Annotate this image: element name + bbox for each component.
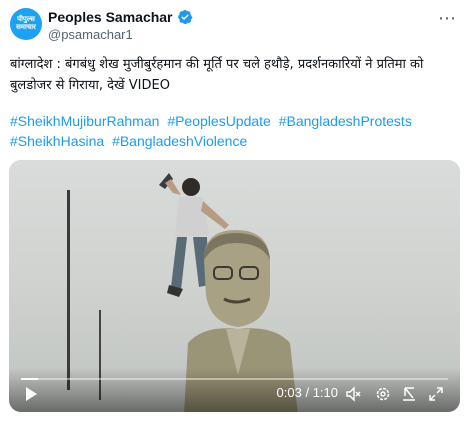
duration: 1:10 bbox=[312, 385, 338, 400]
volume-icon[interactable] bbox=[346, 386, 362, 402]
hashtag-link[interactable]: #SheikhMujiburRahman bbox=[10, 113, 159, 129]
more-options-icon[interactable]: ⋯ bbox=[438, 8, 457, 29]
progress-bar[interactable] bbox=[21, 378, 448, 380]
progress-fill bbox=[21, 378, 39, 380]
current-time: 0:03 bbox=[276, 385, 302, 400]
avatar-text-line2: समाचार bbox=[16, 24, 36, 31]
video-player[interactable]: 0:03 / 1:10 bbox=[9, 160, 460, 412]
time-separator: / bbox=[305, 385, 313, 400]
hashtag-link[interactable]: #BangladeshViolence bbox=[112, 133, 247, 149]
video-controls: 0:03 / 1:10 bbox=[9, 368, 460, 412]
hashtag-link[interactable]: #SheikhHasina bbox=[10, 133, 104, 149]
settings-icon[interactable] bbox=[375, 386, 391, 402]
name-row: Peoples Samachar bbox=[48, 9, 193, 25]
hashtag-link[interactable]: #BangladeshProtests bbox=[279, 113, 412, 129]
tweet-header: पीपुल्स समाचार Peoples Samachar @psamach… bbox=[10, 8, 459, 48]
fullscreen-icon[interactable] bbox=[428, 386, 444, 402]
display-name[interactable]: Peoples Samachar bbox=[48, 9, 173, 25]
pole bbox=[67, 190, 70, 390]
handle[interactable]: @psamachar1 bbox=[48, 27, 133, 42]
hashtag-link[interactable]: #PeoplesUpdate bbox=[167, 113, 271, 129]
tweet-text: बांग्लादेश : बंगबंधु शेख मुजीबुर्रहमान क… bbox=[10, 57, 424, 93]
verified-badge-icon bbox=[177, 9, 192, 25]
expand-icon[interactable] bbox=[401, 386, 417, 402]
hashtags: #SheikhMujiburRahman #PeoplesUpdate #Ban… bbox=[10, 111, 460, 151]
play-icon[interactable] bbox=[23, 386, 39, 402]
avatar-text-line1: पीपुल्स bbox=[17, 16, 35, 23]
time-display: 0:03 / 1:10 bbox=[277, 385, 338, 400]
avatar[interactable]: पीपुल्स समाचार bbox=[10, 8, 42, 40]
